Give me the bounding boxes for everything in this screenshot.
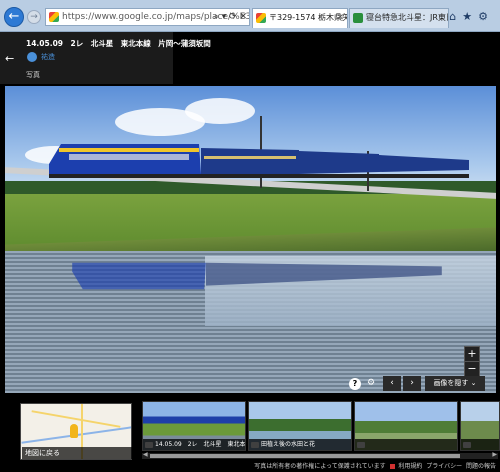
hide-images-label: 画像を隠す <box>433 379 469 387</box>
footer-link-report[interactable]: 問題の報告 <box>466 463 496 470</box>
photo-cloud <box>185 98 255 124</box>
photo-train-reflection <box>72 262 442 290</box>
back-arrow-icon[interactable]: ← <box>5 52 14 65</box>
forward-button[interactable]: → <box>27 10 41 24</box>
report-flag-icon <box>389 464 395 469</box>
home-icon[interactable]: ⌂ <box>449 10 462 23</box>
gear-icon[interactable]: ⚙ <box>478 10 494 23</box>
scroll-right-icon[interactable]: ▶ <box>492 451 497 458</box>
google-favicon-icon <box>256 13 266 23</box>
photo-train <box>49 144 469 178</box>
browser-chrome: ← → https://www.google.co.jp/maps/place/… <box>0 0 500 32</box>
thumbnail[interactable]: 14.05.09 2レ 北斗星 東北本線 <box>142 401 246 451</box>
footer: 写真は所有者の著作権によって保護されています 利用規約 プライバシー 問題の報告 <box>0 461 500 472</box>
thumbnail-caption: 14.05.09 2レ 北斗星 東北本線 <box>143 439 245 450</box>
tab-jr[interactable]: 寝台特急北斗星：JR東日本 <box>349 8 449 28</box>
scroll-left-icon[interactable]: ◀ <box>143 451 148 458</box>
author-link[interactable]: 祐造 <box>41 52 55 62</box>
main-photo[interactable]: + − ? ⚙ ‹ › 画像を隠す ⌄ <box>5 86 496 393</box>
copyright-notice: 写真は所有者の著作権によって保護されています <box>254 463 386 470</box>
close-icon[interactable]: ✕ <box>336 9 344 27</box>
search-refresh-icon[interactable]: ⌕ ▾ ⟳ ✕ <box>214 9 247 25</box>
photo-title: 14.05.09 2レ 北斗星 東北本線 片岡〜蒲須坂間 <box>26 39 211 48</box>
pegman-icon <box>70 424 78 438</box>
tab-maps[interactable]: 〒329-1574 栃木県矢... ✕ <box>252 8 348 28</box>
thumbnail-caption <box>461 439 499 450</box>
jr-favicon-icon <box>353 13 363 23</box>
photo-info-panel: ← 14.05.09 2レ 北斗星 東北本線 片岡〜蒲須坂間 祐造 写真 <box>0 32 211 84</box>
help-icon[interactable]: ? <box>349 378 361 390</box>
thumbnail-scrollbar[interactable]: ◀ ▶ <box>142 451 498 459</box>
zoom-control: + − <box>464 346 480 378</box>
browser-toolbar-icons[interactable]: ⌂★⚙ <box>449 10 494 23</box>
chevron-down-icon: ⌄ <box>470 379 477 387</box>
address-bar[interactable]: https://www.google.co.jp/maps/place/%E3%… <box>45 8 250 26</box>
prev-photo-button[interactable]: ‹ <box>383 376 401 391</box>
zoom-out-button[interactable]: − <box>465 362 479 377</box>
footer-link-terms[interactable]: 利用規約 <box>398 463 422 470</box>
thumbnail-caption <box>355 439 457 450</box>
tab-title: 寝台特急北斗星：JR東日本 <box>366 13 448 22</box>
thumbnail[interactable] <box>354 401 458 451</box>
thumbnail[interactable]: 田植え後の水田と花 <box>248 401 352 451</box>
scroll-thumb[interactable] <box>150 454 460 458</box>
footer-link-privacy[interactable]: プライバシー <box>426 463 462 470</box>
thumbnail-caption: 田植え後の水田と花 <box>249 439 351 450</box>
back-to-map-link[interactable]: 地図に戻る <box>22 447 132 459</box>
bottom-strip: 地図に戻る 14.05.09 2レ 北斗星 東北本線 田植え後の水田と花 ◀ ▶… <box>0 395 500 472</box>
google-favicon-icon <box>49 12 59 22</box>
photo-toolbar: ? ⚙ ‹ › 画像を隠す ⌄ <box>345 376 485 391</box>
star-icon[interactable]: ★ <box>462 10 478 23</box>
back-button[interactable]: ← <box>4 7 24 27</box>
photo-label: 写真 <box>26 71 40 79</box>
hide-images-button[interactable]: 画像を隠す ⌄ <box>425 376 485 391</box>
gear-icon[interactable]: ⚙ <box>365 376 377 391</box>
streetview-window: ← → https://www.google.co.jp/maps/place/… <box>0 0 500 472</box>
thumbnail[interactable] <box>460 401 500 451</box>
zoom-in-button[interactable]: + <box>465 347 479 362</box>
next-photo-button[interactable]: › <box>403 376 421 391</box>
avatar[interactable] <box>27 52 37 62</box>
